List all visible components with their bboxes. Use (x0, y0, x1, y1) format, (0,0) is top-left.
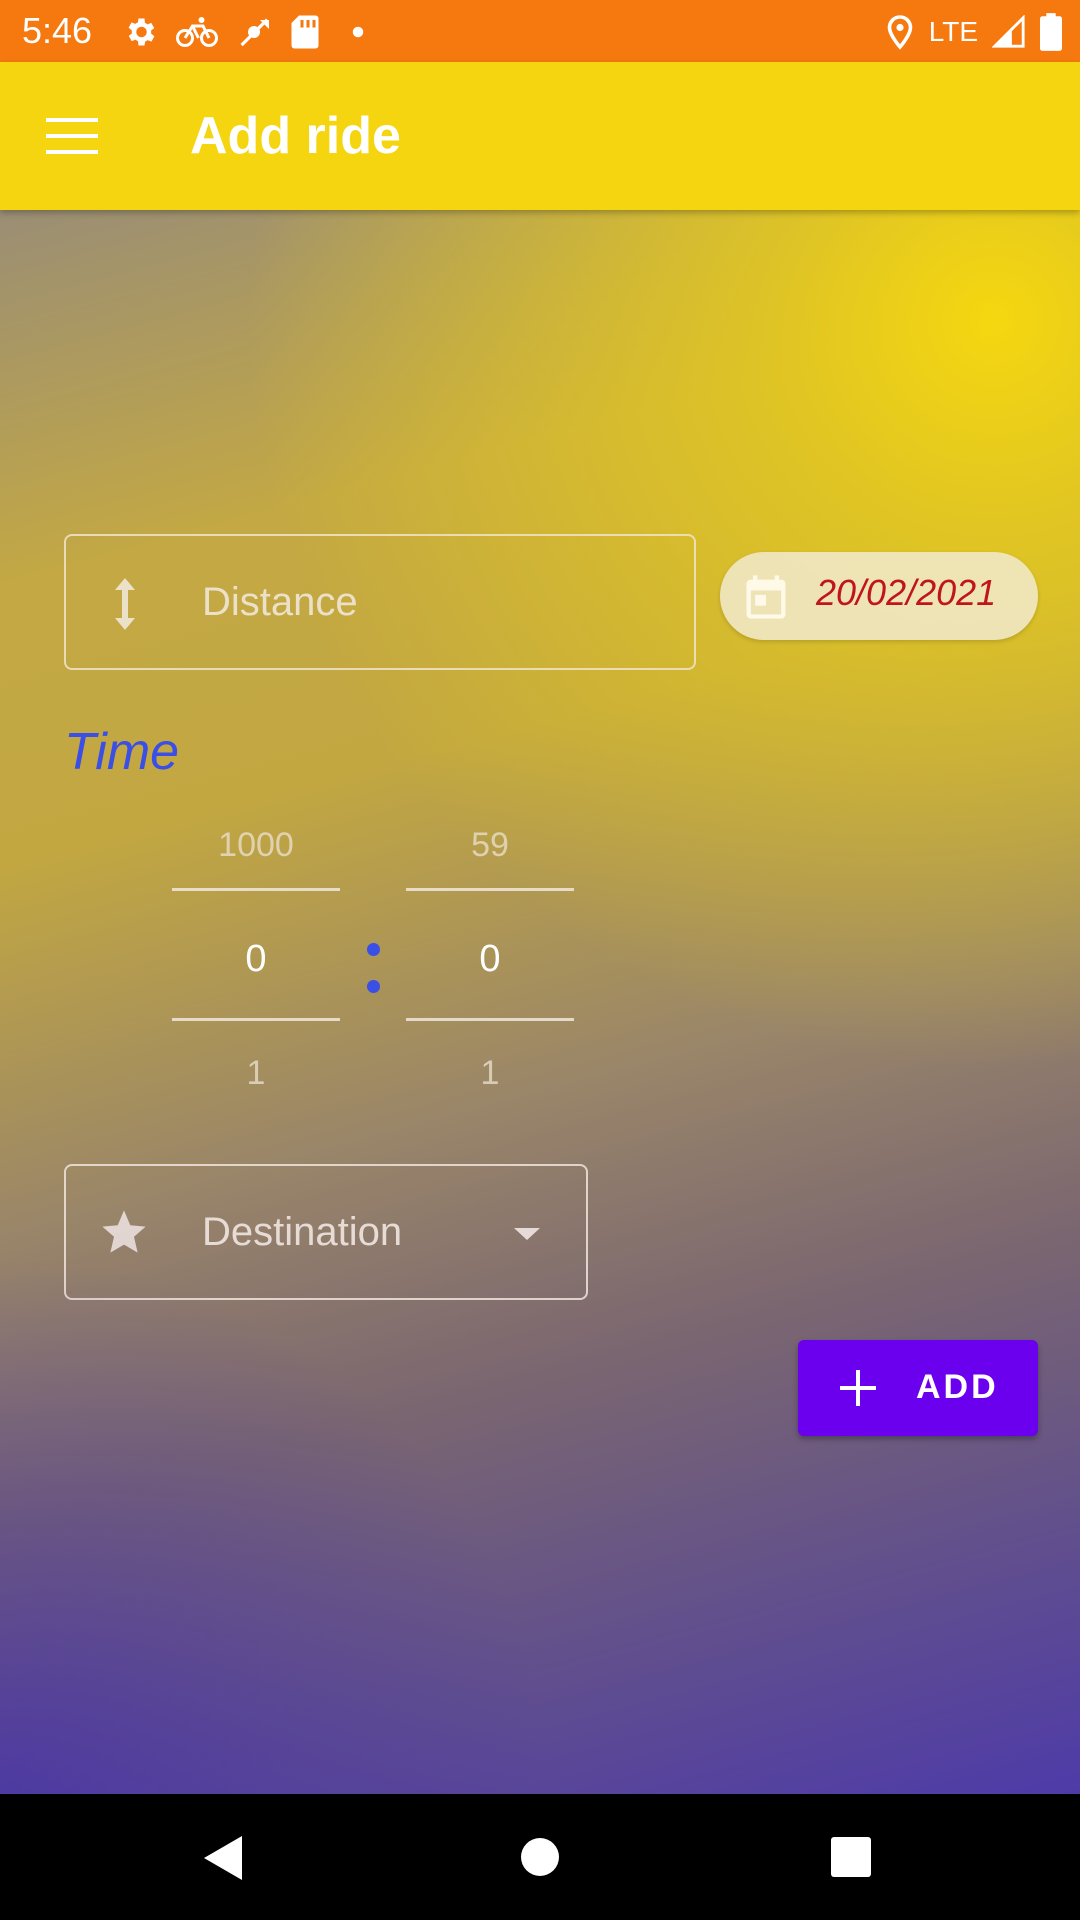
network-type: LTE (928, 16, 978, 47)
date-value: 20/02/2021 (816, 572, 997, 613)
distance-field[interactable]: Distance (64, 534, 696, 670)
minutes-next-value[interactable]: 1 (406, 1048, 574, 1098)
minutes-divider-bottom (406, 1018, 574, 1021)
time-separator-dot (367, 980, 380, 993)
signal-icon (992, 15, 1025, 48)
navigation-bar (0, 1794, 1080, 1920)
time-label: Time (64, 723, 180, 781)
bike-icon (176, 17, 218, 47)
date-picker-button[interactable]: 20/02/2021 (720, 552, 1038, 640)
settings-icon (128, 18, 155, 46)
minutes-current-value[interactable]: 0 (406, 934, 574, 984)
vertical-arrows-icon (115, 578, 135, 630)
distance-placeholder: Distance (202, 580, 358, 624)
add-button[interactable]: ADD (798, 1340, 1038, 1436)
hours-current-value[interactable]: 0 (172, 934, 340, 984)
time-separator-dot (367, 943, 380, 956)
star-icon (102, 1210, 146, 1253)
hours-prev-value[interactable]: 1000 (172, 820, 340, 870)
status-bar: 5:46 LTE (0, 0, 1080, 62)
hours-divider-top (172, 888, 340, 891)
sd-card-icon (291, 15, 319, 49)
minutes-next[interactable]: 1 (406, 1048, 574, 1098)
location-icon (887, 15, 913, 50)
status-time: 5:46 (22, 10, 93, 51)
dropdown-arrow-icon (514, 1228, 540, 1240)
status-icons-left (122, 12, 378, 52)
hours-next[interactable]: 1 (172, 1048, 340, 1098)
add-button-label: ADD (916, 1368, 999, 1406)
calendar-icon (746, 575, 786, 619)
status-icons-right: LTE (885, 12, 1062, 52)
minutes-prev-value[interactable]: 59 (406, 820, 574, 870)
minutes-divider-top (406, 888, 574, 891)
wifi-off-icon (240, 18, 269, 47)
back-icon[interactable] (202, 1834, 246, 1882)
minutes-picker[interactable]: 59 (406, 820, 574, 870)
hours-picker[interactable]: 1000 (172, 820, 340, 870)
battery-icon (1040, 13, 1062, 51)
menu-icon (46, 118, 98, 154)
recents-icon[interactable] (830, 1836, 872, 1878)
app-bar: Add ride (0, 62, 1080, 210)
home-icon[interactable] (519, 1836, 561, 1878)
minutes-current[interactable]: 0 (406, 934, 574, 984)
menu-button[interactable] (32, 102, 112, 172)
hours-current[interactable]: 0 (172, 934, 340, 984)
page-title: Add ride (190, 107, 401, 165)
dot-icon (352, 26, 364, 38)
hours-next-value[interactable]: 1 (172, 1048, 340, 1098)
destination-dropdown[interactable]: Destination (64, 1164, 588, 1300)
form-area: Distance 20/02/2021 Time 1000 0 1 59 0 1… (0, 210, 1080, 1794)
hours-divider-bottom (172, 1018, 340, 1021)
destination-placeholder: Destination (202, 1210, 403, 1254)
plus-icon (840, 1370, 876, 1406)
